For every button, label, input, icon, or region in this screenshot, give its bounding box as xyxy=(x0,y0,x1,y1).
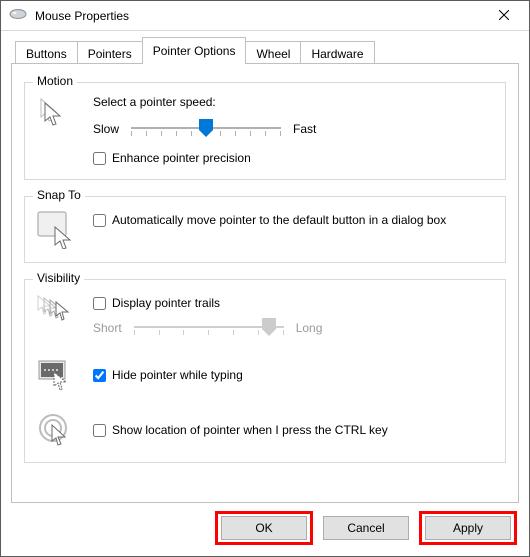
pointer-speed-thumb[interactable] xyxy=(199,119,213,137)
mouse-icon xyxy=(9,8,27,23)
snap-to-checkbox[interactable] xyxy=(93,214,106,227)
ok-button[interactable]: OK xyxy=(221,516,307,540)
pointer-speed-label: Select a pointer speed: xyxy=(93,95,497,109)
ok-highlight: OK xyxy=(215,511,313,545)
snap-to-row[interactable]: Automatically move pointer to the defaul… xyxy=(93,213,497,227)
hide-typing-row[interactable]: Hide pointer while typing xyxy=(93,368,497,382)
snap-to-label: Automatically move pointer to the defaul… xyxy=(112,213,446,227)
group-motion-title: Motion xyxy=(33,74,77,88)
pointer-speed-icon xyxy=(39,97,73,134)
trail-short-label: Short xyxy=(93,321,122,335)
group-visibility: Visibility xyxy=(24,279,506,463)
ctrl-locate-icon xyxy=(38,413,74,452)
window-title: Mouse Properties xyxy=(35,9,129,23)
pointer-trails-icon xyxy=(36,294,76,327)
apply-button[interactable]: Apply xyxy=(425,516,511,540)
trails-row[interactable]: Display pointer trails xyxy=(93,296,497,310)
ctrl-locate-row[interactable]: Show location of pointer when I press th… xyxy=(93,423,497,437)
trail-length-thumb xyxy=(262,318,276,336)
close-button[interactable] xyxy=(483,2,525,30)
group-visibility-title: Visibility xyxy=(33,271,84,285)
enhance-precision-row[interactable]: Enhance pointer precision xyxy=(93,151,497,165)
titlebar: Mouse Properties xyxy=(1,1,529,31)
dialog-buttons: OK Cancel Apply xyxy=(1,503,529,555)
close-icon xyxy=(499,9,509,23)
hide-typing-checkbox[interactable] xyxy=(93,369,106,382)
snap-to-icon xyxy=(37,211,75,252)
hide-typing-label: Hide pointer while typing xyxy=(112,368,243,382)
pointer-speed-slider[interactable] xyxy=(131,117,281,141)
tab-pointer-options[interactable]: Pointer Options xyxy=(142,37,247,64)
ctrl-locate-label: Show location of pointer when I press th… xyxy=(112,423,388,437)
display-trails-label: Display pointer trails xyxy=(112,296,220,310)
trail-length-slider xyxy=(134,316,284,340)
group-motion: Motion xyxy=(24,82,506,180)
group-snap-to-title: Snap To xyxy=(33,188,85,202)
ctrl-locate-checkbox[interactable] xyxy=(93,424,106,437)
enhance-precision-checkbox[interactable] xyxy=(93,152,106,165)
cancel-button[interactable]: Cancel xyxy=(323,516,409,540)
tab-panel-pointer-options: Motion xyxy=(11,63,519,503)
enhance-precision-label: Enhance pointer precision xyxy=(112,151,251,165)
fast-label: Fast xyxy=(293,122,316,136)
apply-highlight: Apply xyxy=(419,511,517,545)
display-trails-checkbox[interactable] xyxy=(93,297,106,310)
hide-typing-icon xyxy=(38,360,74,393)
group-snap-to: Snap To xyxy=(24,196,506,263)
trail-long-label: Long xyxy=(296,321,323,335)
slow-label: Slow xyxy=(93,122,119,136)
tab-strip: Buttons Pointers Pointer Options Wheel H… xyxy=(11,39,519,64)
